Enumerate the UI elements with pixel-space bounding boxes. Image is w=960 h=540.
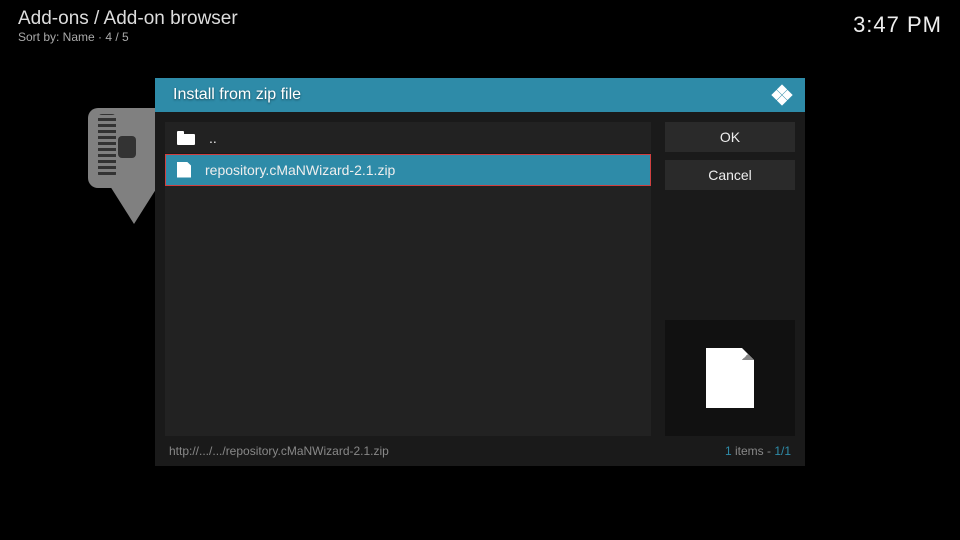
footer-path: http://.../.../repository.cMaNWizard-2.1…: [169, 444, 389, 458]
folder-icon: [177, 131, 195, 145]
parent-directory-row[interactable]: ..: [165, 122, 651, 154]
kodi-logo-icon: [771, 84, 793, 106]
clock: 3:47 PM: [853, 12, 942, 38]
file-preview-icon: [706, 348, 754, 408]
footer-count-text: items -: [732, 444, 775, 458]
file-row-selected[interactable]: repository.cMaNWizard-2.1.zip: [165, 154, 651, 186]
breadcrumb: Add-ons / Add-on browser: [18, 8, 238, 30]
file-list: .. repository.cMaNWizard-2.1.zip: [165, 122, 651, 436]
install-from-zip-dialog: Install from zip file .. repository.cMaN…: [155, 78, 805, 466]
dialog-title: Install from zip file: [173, 86, 301, 104]
file-row-label: repository.cMaNWizard-2.1.zip: [205, 162, 395, 178]
footer-count-num: 1: [725, 444, 732, 458]
dialog-footer: http://.../.../repository.cMaNWizard-2.1…: [155, 436, 805, 466]
ok-button[interactable]: OK: [665, 122, 795, 152]
footer-count: 1 items - 1/1: [725, 444, 791, 458]
dialog-header: Install from zip file: [155, 78, 805, 112]
parent-directory-label: ..: [209, 130, 217, 146]
cancel-button[interactable]: Cancel: [665, 160, 795, 190]
footer-page: 1/1: [774, 444, 791, 458]
file-icon: [177, 162, 191, 178]
sort-indicator: Sort by: Name · 4 / 5: [18, 30, 129, 44]
preview-thumbnail: [665, 320, 795, 436]
